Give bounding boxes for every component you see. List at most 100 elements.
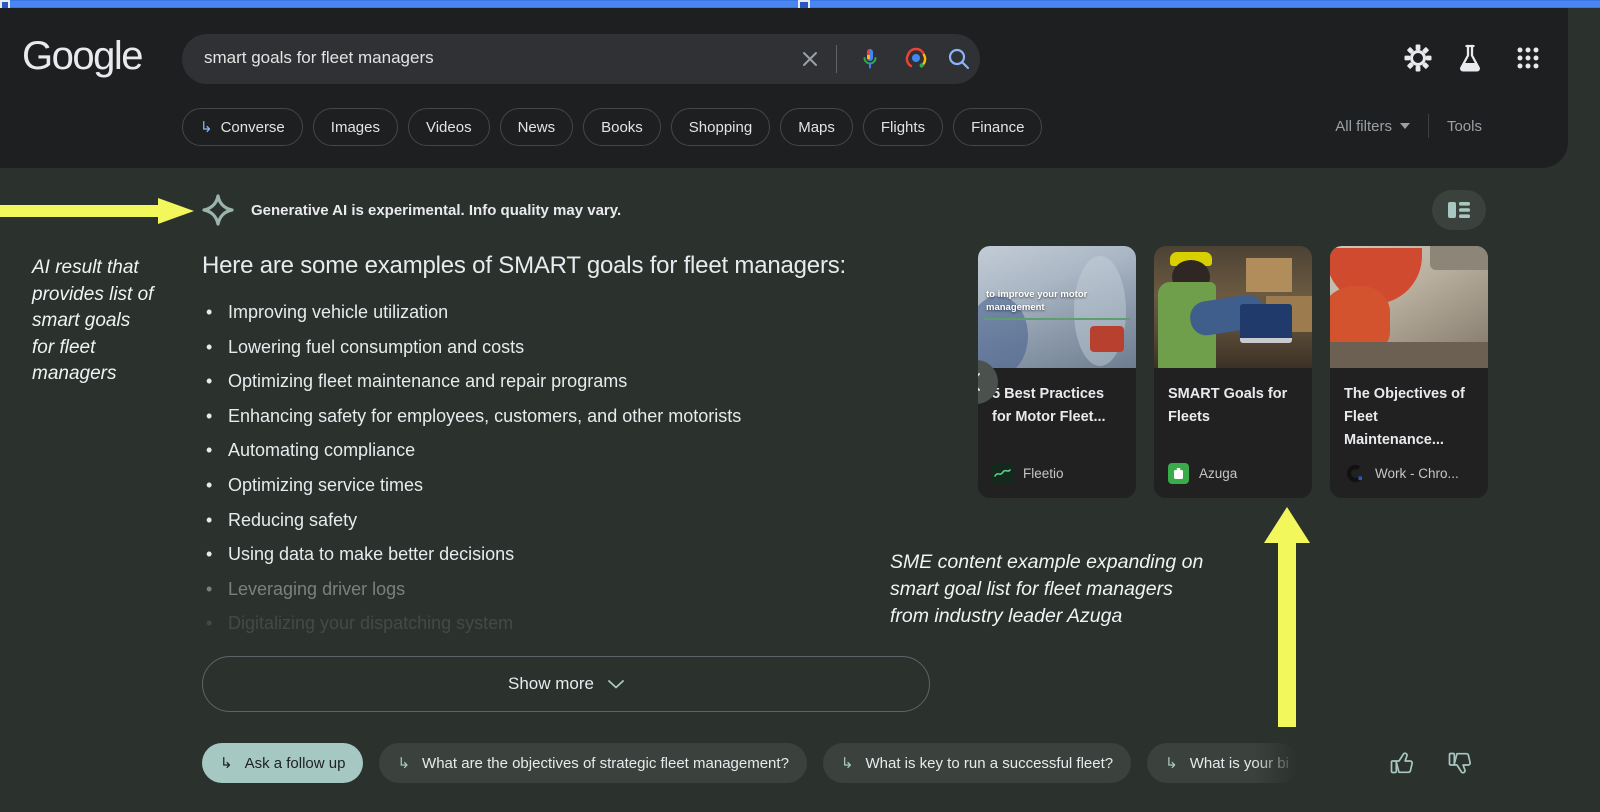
bullet-marker-icon: • <box>206 302 228 322</box>
chevron-down-icon <box>608 680 624 689</box>
filter-chip-shopping[interactable]: Shopping <box>671 108 770 146</box>
all-filters-label: All filters <box>1335 118 1392 135</box>
ai-bullet-text: Using data to make better decisions <box>228 544 514 564</box>
ai-disclaimer-text: Generative AI is experimental. Info qual… <box>251 202 621 219</box>
search-icon[interactable] <box>946 46 972 72</box>
fleetio-favicon <box>992 463 1013 484</box>
filters-tools-group: All filters Tools <box>1335 114 1482 138</box>
ai-bullet-text: Automating compliance <box>228 440 415 460</box>
ai-bullet-text: Optimizing fleet maintenance and repair … <box>228 371 627 391</box>
source-card[interactable]: SMART Goals for Fleets Azuga <box>1154 246 1312 498</box>
ai-bullet-item: •Improving vehicle utilization <box>206 302 946 337</box>
azuga-favicon <box>1168 463 1189 484</box>
ai-bullet-text: Lowering fuel consumption and costs <box>228 337 524 357</box>
chron-favicon <box>1344 463 1365 484</box>
bullet-marker-icon: • <box>206 544 228 564</box>
ai-bullet-item: •Optimizing service times <box>206 475 946 510</box>
search-box[interactable]: smart goals for fleet managers <box>182 34 980 84</box>
ai-bullet-item: •Enhancing safety for employees, custome… <box>206 406 946 441</box>
filter-chip-finance[interactable]: Finance <box>953 108 1042 146</box>
annotation-arrow-left <box>0 196 196 226</box>
ai-bullet-text: Optimizing service times <box>228 475 423 495</box>
ai-bullet-text: Leveraging driver logs <box>228 579 405 599</box>
microphone-icon[interactable] <box>857 46 883 72</box>
bullet-marker-icon: • <box>206 337 228 357</box>
filter-chip-maps[interactable]: Maps <box>780 108 853 146</box>
card-title: The Objectives of Fleet Maintenance... <box>1344 383 1474 452</box>
filter-chip-news[interactable]: News <box>500 108 574 146</box>
ai-bullet-item: •Automating compliance <box>206 440 946 475</box>
card-source: Work - Chro... <box>1344 463 1459 484</box>
followup-chip-label: What is key to run a successful fleet? <box>866 755 1114 772</box>
filter-chip-label: Flights <box>881 119 925 136</box>
card-source-name: Fleetio <box>1023 466 1064 481</box>
ai-answer-heading: Here are some examples of SMART goals fo… <box>202 252 846 280</box>
source-card[interactable]: The Objectives of Fleet Maintenance... W… <box>1330 246 1488 498</box>
card-image-overlay-text: to improve your motor management <box>986 288 1136 314</box>
card-thumbnail <box>1154 246 1312 368</box>
card-thumbnail: to improve your motor management <box>978 246 1136 368</box>
followup-suggestion-chip[interactable]: ↳What is your bi <box>1147 743 1299 783</box>
card-source: Azuga <box>1168 463 1237 484</box>
filter-chip-books[interactable]: Books <box>583 108 661 146</box>
ai-answer-bullet-list: •Improving vehicle utilization•Lowering … <box>206 302 946 648</box>
followup-chip-label: What are the objectives of strategic fle… <box>422 755 789 772</box>
followup-suggestion-chip[interactable]: ↳ What is key to run a successful fleet? <box>823 743 1131 783</box>
ai-bullet-item: •Leveraging driver logs <box>206 579 946 614</box>
card-title: SMART Goals for Fleets <box>1168 383 1298 429</box>
filter-chip-label: Maps <box>798 119 835 136</box>
source-card[interactable]: to improve your motor management 5 Best … <box>978 246 1136 498</box>
search-filter-chips: ↳Converse Images Videos News Books Shopping Ma… <box>182 107 1042 147</box>
thumbs-down-icon[interactable] <box>1446 749 1474 777</box>
ai-bullet-text: Reducing safety <box>228 510 357 530</box>
bullet-marker-icon: • <box>206 371 228 391</box>
chevron-left-icon <box>978 372 984 392</box>
search-input[interactable]: smart goals for fleet managers <box>204 48 434 68</box>
tools-button[interactable]: Tools <box>1447 118 1482 135</box>
filter-chip-label: Finance <box>971 119 1024 136</box>
followup-arrow-icon: ↳ <box>397 754 410 772</box>
labs-flask-icon[interactable] <box>1448 36 1492 80</box>
google-apps-grid-icon[interactable] <box>1506 36 1550 80</box>
ai-bullet-item: •Using data to make better decisions <box>206 544 946 579</box>
bullet-marker-icon: • <box>206 475 228 495</box>
filter-chip-label: Images <box>331 119 380 136</box>
ai-bullet-text: Digitalizing your dispatching system <box>228 613 513 633</box>
ask-followup-button[interactable]: ↳ Ask a follow up <box>202 743 363 783</box>
ai-bullet-item: •Optimizing fleet maintenance and repair… <box>206 371 946 406</box>
bullet-marker-icon: • <box>206 440 228 460</box>
card-source: Fleetio <box>992 463 1064 484</box>
bullet-marker-icon: • <box>206 406 228 426</box>
converse-arrow-icon: ↳ <box>200 120 213 135</box>
bullet-marker-icon: • <box>206 510 228 530</box>
filter-chip-videos[interactable]: Videos <box>408 108 490 146</box>
followup-arrow-icon: ↳ <box>220 754 233 772</box>
search-divider <box>836 45 837 73</box>
card-title: 5 Best Practices for Motor Fleet... <box>992 383 1122 429</box>
screenshot-root: Google smart goals for fleet managers <box>0 0 1600 812</box>
show-more-button[interactable]: Show more <box>202 656 930 712</box>
followup-suggestion-chip[interactable]: ↳ What are the objectives of strategic fl… <box>379 743 806 783</box>
generative-ai-sparkle-icon <box>202 194 234 226</box>
filter-chip-label: News <box>518 119 556 136</box>
followup-chip-row: ↳ Ask a follow up ↳ What are the objectives… <box>202 743 1299 783</box>
followup-arrow-icon: ↳ <box>841 754 854 772</box>
ai-bullet-text: Improving vehicle utilization <box>228 302 448 322</box>
filter-chip-converse[interactable]: ↳Converse <box>182 108 303 146</box>
thumbs-up-icon[interactable] <box>1388 749 1416 777</box>
search-header: Google smart goals for fleet managers <box>0 8 1568 168</box>
google-lens-icon[interactable] <box>903 46 929 72</box>
filter-chip-images[interactable]: Images <box>313 108 398 146</box>
filter-chip-flights[interactable]: Flights <box>863 108 943 146</box>
layout-view-icon[interactable] <box>1432 190 1486 230</box>
bullet-marker-icon: • <box>206 613 228 633</box>
filter-chip-label: Books <box>601 119 643 136</box>
card-source-name: Work - Chro... <box>1375 466 1459 481</box>
google-logo[interactable]: Google <box>22 34 142 79</box>
settings-gear-icon[interactable] <box>1396 36 1440 80</box>
followup-chip-label: Ask a follow up <box>245 755 346 772</box>
bullet-marker-icon: • <box>206 579 228 599</box>
close-icon[interactable] <box>798 47 822 71</box>
all-filters-button[interactable]: All filters <box>1335 118 1410 135</box>
ai-bullet-item: •Reducing safety <box>206 510 946 545</box>
